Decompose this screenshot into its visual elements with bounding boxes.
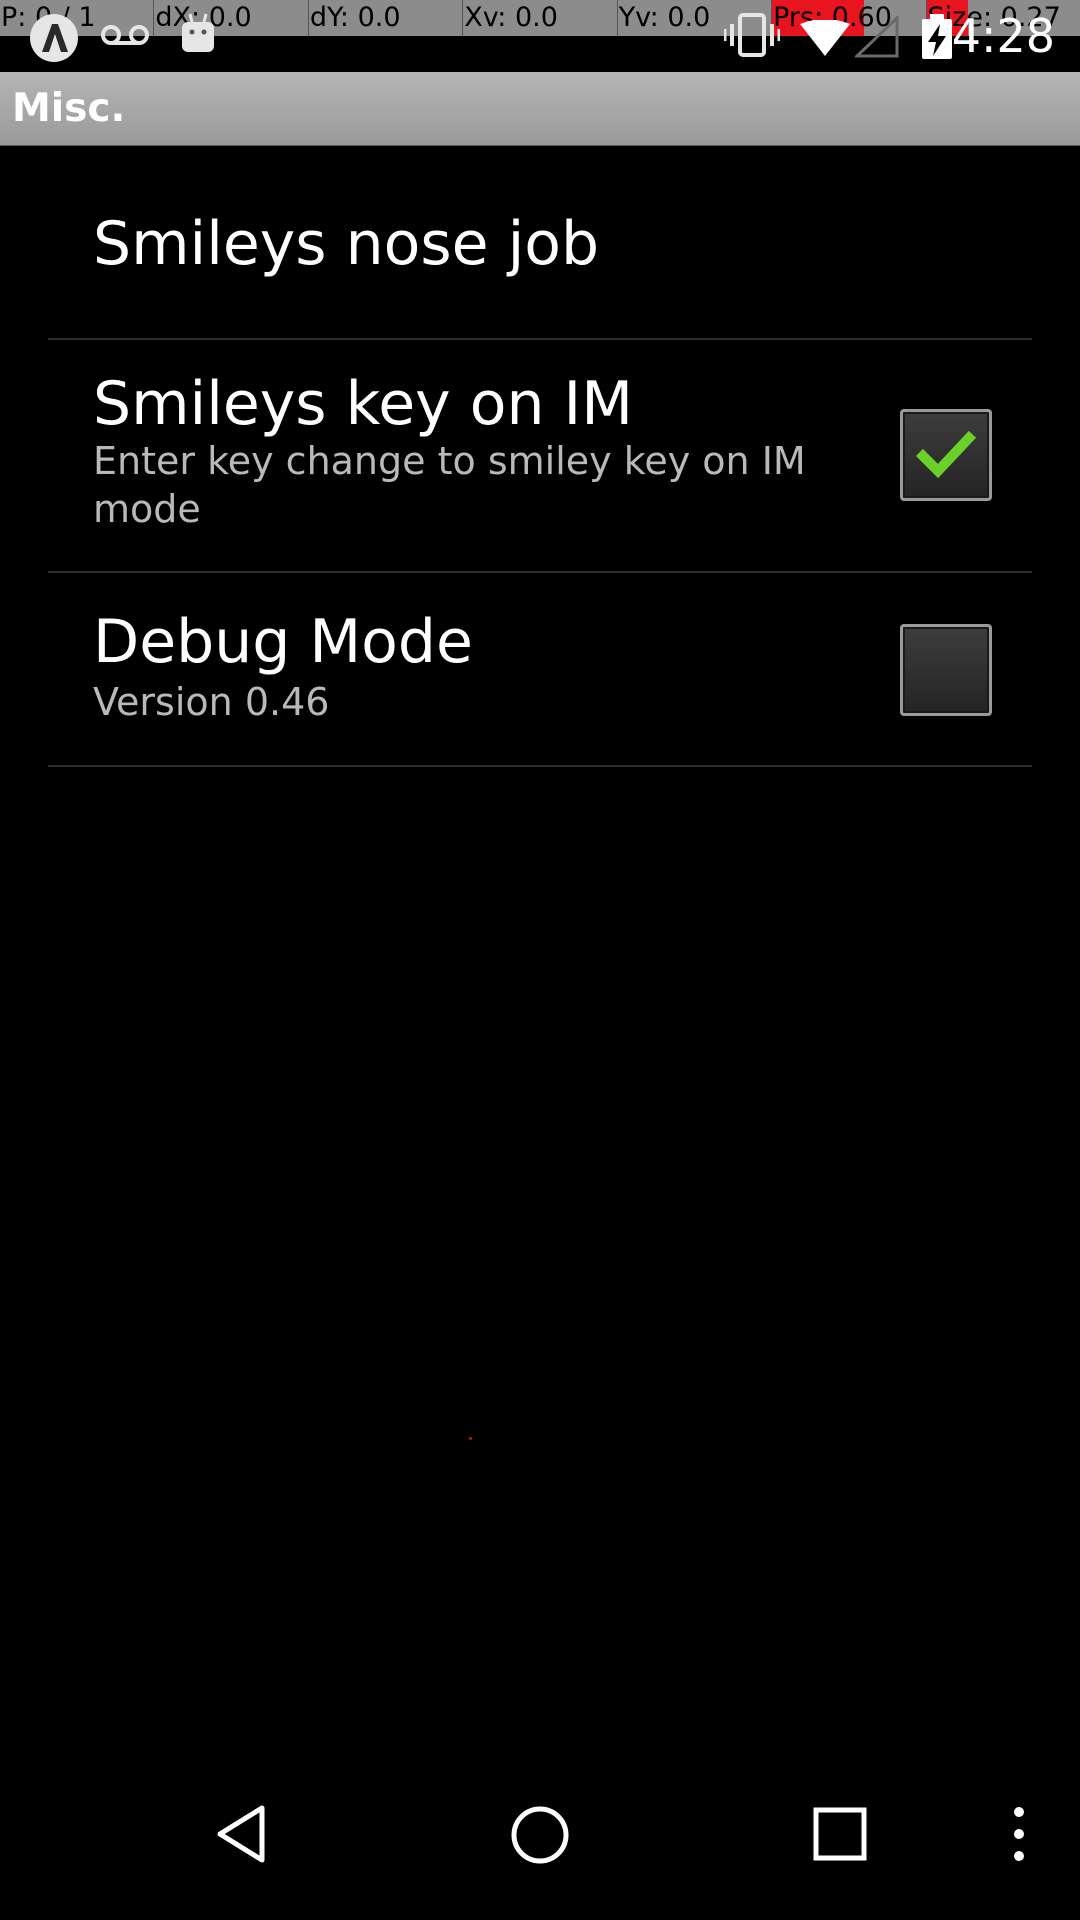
pref-item-smileys-key-on-im[interactable]: Smileys key on IM Enter key change to sm… bbox=[0, 339, 1080, 573]
debug-text-yv: Yv: 0.0 bbox=[618, 2, 711, 33]
pref-item-smileys-nose-job[interactable]: Smileys nose job bbox=[0, 146, 1080, 340]
debug-text-xv: Xv: 0.0 bbox=[464, 2, 558, 33]
recents-icon[interactable] bbox=[808, 1802, 872, 1870]
pointer-location-overlay: P: 0 / 1 dX: 0.0 dY: 0.0 Xv: 0.0 Yv: 0.0… bbox=[0, 0, 1080, 36]
smileys-key-checkbox[interactable] bbox=[900, 409, 992, 501]
page-title: Misc. bbox=[12, 86, 126, 131]
debug-cell-size: Size: 0.27 bbox=[926, 0, 1080, 36]
pref-summary: Version 0.46 bbox=[93, 680, 330, 724]
debug-text-pointer: P: 0 / 1 bbox=[1, 2, 96, 33]
navigation-bar bbox=[0, 1776, 1080, 1920]
pref-title: Smileys nose job bbox=[93, 209, 600, 279]
pref-title: Debug Mode bbox=[93, 607, 473, 677]
preference-list: Smileys nose job Smileys key on IM Enter… bbox=[0, 146, 1080, 767]
back-icon[interactable] bbox=[210, 1802, 274, 1870]
divider bbox=[48, 765, 1032, 767]
debug-text-pressure: Prs: 0.60 bbox=[773, 2, 892, 33]
debug-text-dx: dX: 0.0 bbox=[155, 2, 252, 33]
debug-text-dy: dY: 0.0 bbox=[309, 2, 401, 33]
debug-cell-dx: dX: 0.0 bbox=[154, 0, 309, 36]
check-mark-icon bbox=[915, 430, 977, 479]
pref-title: Smileys key on IM bbox=[93, 369, 633, 439]
pref-item-debug-mode[interactable]: Debug Mode Version 0.46 bbox=[0, 572, 1080, 767]
debug-cell-yv: Yv: 0.0 bbox=[618, 0, 773, 36]
debug-mode-checkbox[interactable] bbox=[900, 624, 992, 716]
debug-cell-dy: dY: 0.0 bbox=[309, 0, 464, 36]
debug-cell-pressure: Prs: 0.60 bbox=[772, 0, 927, 36]
home-icon[interactable] bbox=[507, 1802, 573, 1872]
touch-point-marker bbox=[469, 1437, 472, 1440]
overflow-menu-icon[interactable] bbox=[1004, 1802, 1034, 1870]
action-bar: Misc. bbox=[0, 72, 1080, 146]
debug-text-size: Size: 0.27 bbox=[927, 2, 1061, 33]
debug-cell-xv: Xv: 0.0 bbox=[463, 0, 618, 36]
debug-cell-pointer: P: 0 / 1 bbox=[0, 0, 155, 36]
pref-summary: Enter key change to smiley key on IM mod… bbox=[93, 439, 806, 531]
